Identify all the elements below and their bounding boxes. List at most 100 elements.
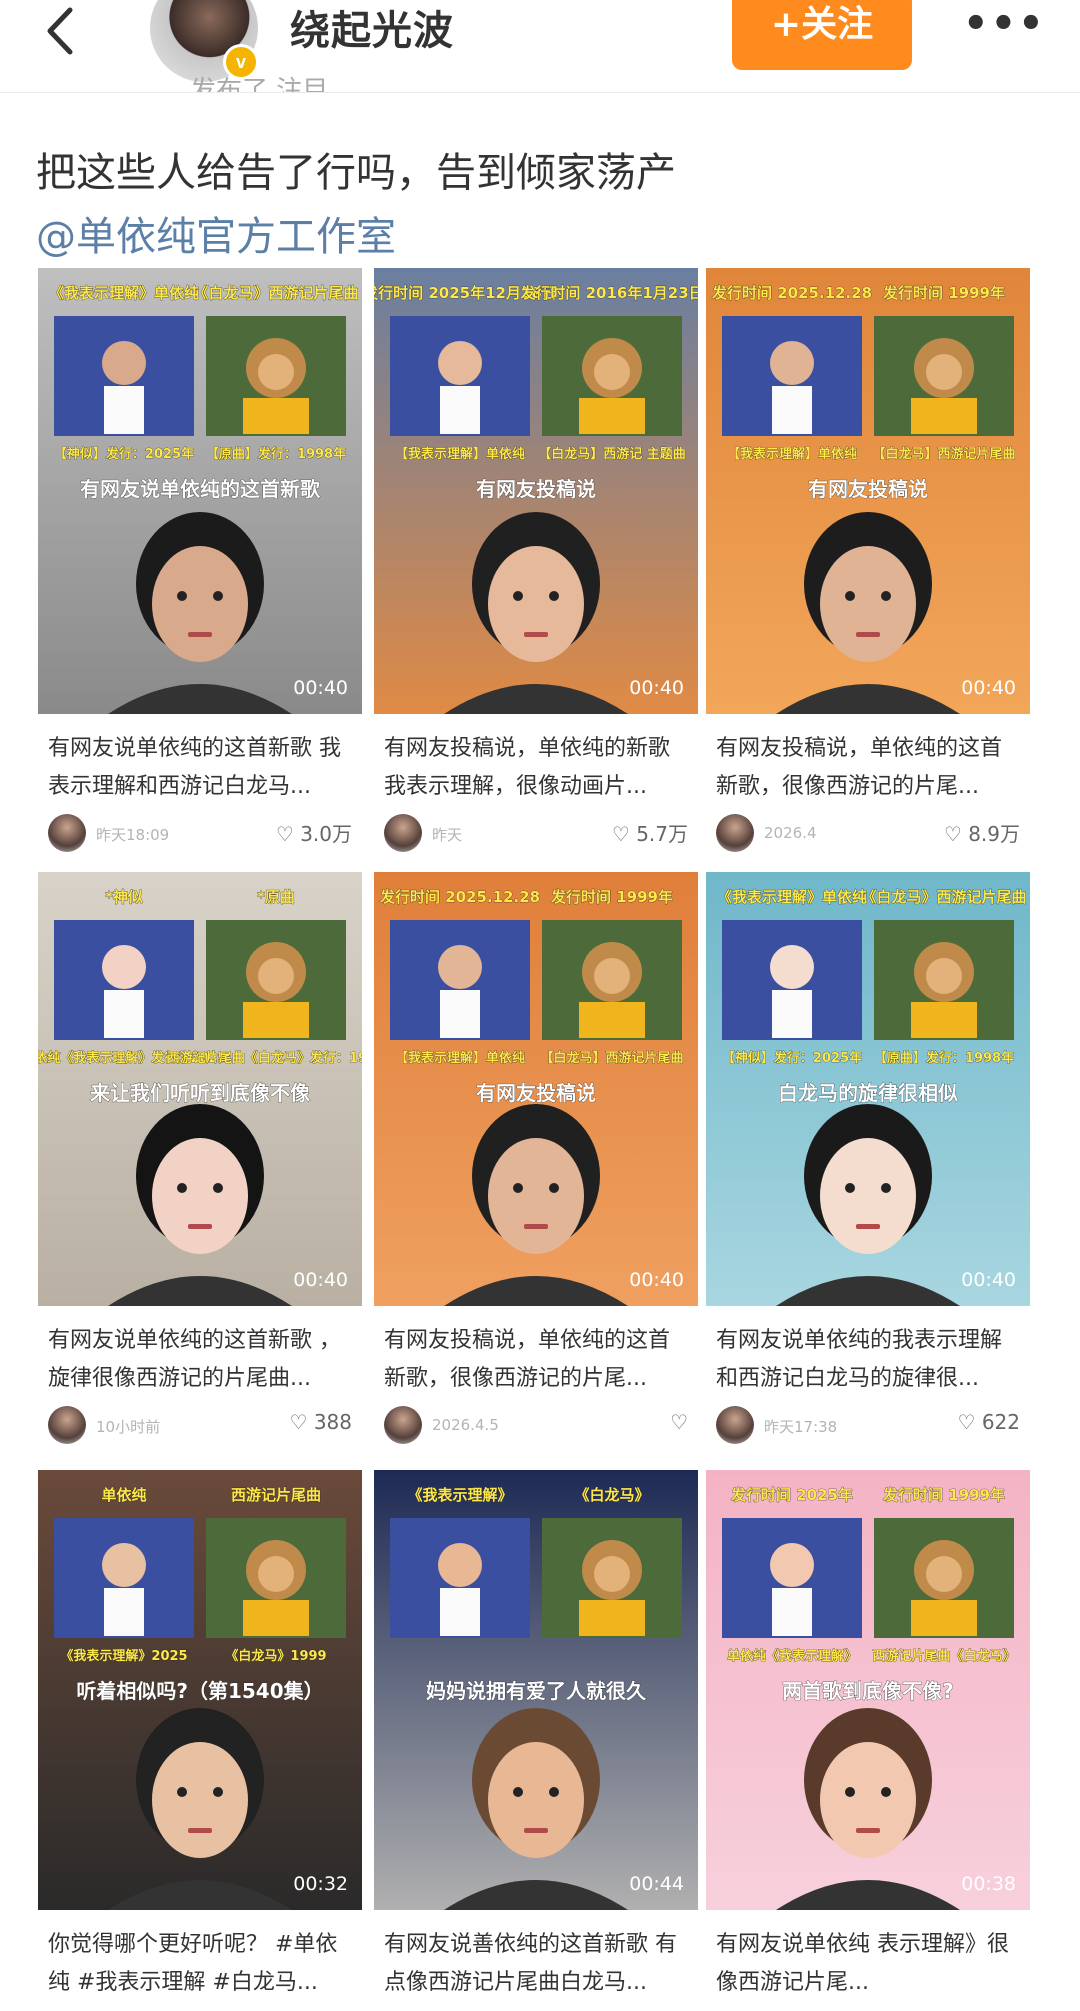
- video-thumbnail[interactable]: 《我表示理解》单依纯 《白龙马》西游记片尾曲【神似】发行：2025年 【原曲】发行：…: [38, 268, 362, 714]
- thumb-caption-right-sub: 【白龙马】西游记 主题曲: [538, 446, 686, 462]
- thumb-caption-right-sub: 【原曲】发行：1998年: [206, 446, 346, 462]
- back-arrow-icon[interactable]: [38, 6, 88, 56]
- video-card[interactable]: 发行时间 2025.12.28 发行时间 1999年 【我表示理解】单依纯 【白龙马】…: [706, 268, 1030, 852]
- video-duration: 00:40: [293, 1269, 348, 1291]
- video-thumbnail[interactable]: *神似*原曲单依纯《我表示理解》发行：2025西游记片尾曲《白龙马》发行：199…: [38, 872, 362, 1306]
- thumb-caption-left: 《我表示理解》单依纯: [49, 284, 199, 302]
- thumb-caption-right: 发行时间 1999年: [882, 1486, 1005, 1504]
- heart-icon[interactable]: ♡: [612, 822, 636, 846]
- post-time: 2026.4: [764, 824, 817, 842]
- like-count[interactable]: ♡ 5.7万: [612, 818, 688, 847]
- like-count[interactable]: ♡ 8.9万: [944, 818, 1020, 847]
- post-time: 昨天18:09: [96, 826, 170, 844]
- post-time: 昨天: [432, 826, 463, 844]
- thumb-caption-left-sub: 《我表示理解》2025: [60, 1648, 187, 1664]
- video-thumbnail[interactable]: 单依纯 西游记片尾曲《我表示理解》2025 《白龙马》1999 听着相似吗?（第154…: [38, 1470, 362, 1910]
- video-card[interactable]: *神似*原曲单依纯《我表示理解》发行：2025西游记片尾曲《白龙马》发行：199…: [38, 872, 362, 1444]
- thumb-headline: 有网友投稿说: [476, 1081, 596, 1105]
- thumb-caption-left: 《我表示理解》单依纯: [717, 888, 867, 906]
- thumb-caption-right: 《白龙马》西游记片尾曲: [861, 888, 1026, 906]
- post-time: 2026.4.5: [432, 1416, 499, 1434]
- thumb-headline: 听着相似吗?（第1540集）: [76, 1679, 323, 1703]
- thumb-caption-right: 《白龙马》西游记片尾曲: [193, 284, 358, 302]
- video-card[interactable]: 发行时间 2025年 发行时间 1999年 单依纯《我表示理解》 西游记片尾曲《白龙马…: [706, 1470, 1030, 2011]
- video-card[interactable]: 《我表示理解》单依纯 《白龙马》西游记片尾曲【神似】发行：2025年 【原曲】发行：…: [38, 268, 362, 852]
- video-card[interactable]: 发行时间 2025.12.28 发行时间 1999年【我表示理解】单依纯 【白龙马】…: [374, 872, 698, 1444]
- video-duration: 00:40: [961, 1269, 1016, 1291]
- video-duration: 00:44: [629, 1873, 684, 1895]
- video-duration: 00:40: [629, 677, 684, 699]
- author-avatar[interactable]: [48, 1406, 86, 1444]
- user-name[interactable]: 绕起光波: [290, 0, 454, 56]
- like-number: 3.0万: [300, 822, 352, 846]
- thumb-caption-left: 发行时间 2025.12.28: [379, 888, 540, 906]
- thumb-headline: 有网友说单依纯的这首新歌: [80, 477, 321, 501]
- thumb-caption-right: *原曲: [257, 888, 295, 906]
- video-title[interactable]: 有网友说单依纯的这首新歌 ，旋律很像西游记的片尾曲...: [48, 1322, 354, 1398]
- thumb-caption-right: 发行时间 2016年1月23日: [519, 284, 698, 302]
- video-card[interactable]: 发行时间 2025年12月28日 发行时间 2016年1月23日 【我表示理解】单依…: [374, 268, 698, 852]
- thumb-caption-left-sub: 【神似】发行：2025年: [722, 1050, 862, 1066]
- header-subtitle: 发布了 注目: [190, 76, 329, 92]
- video-duration: 00:32: [293, 1873, 348, 1895]
- thumb-headline: 有网友投稿说: [476, 477, 596, 501]
- video-thumbnail[interactable]: 发行时间 2025.12.28 发行时间 1999年【我表示理解】单依纯 【白龙马】…: [374, 872, 698, 1306]
- heart-icon[interactable]: ♡: [276, 822, 300, 846]
- heart-icon[interactable]: ♡: [944, 822, 968, 846]
- video-thumbnail[interactable]: 发行时间 2025.12.28 发行时间 1999年 【我表示理解】单依纯 【白龙马】…: [706, 268, 1030, 714]
- video-thumbnail[interactable]: 《我表示理解》单依纯 《白龙马》西游记片尾曲【神似】发行：2025年 【原曲】发行：…: [706, 872, 1030, 1306]
- heart-icon[interactable]: ♡: [290, 1410, 314, 1434]
- like-count[interactable]: ♡ 388: [290, 1410, 352, 1434]
- like-number: 622: [981, 1410, 1020, 1434]
- card-meta: 2026.4 ♡ 8.9万: [716, 814, 1022, 854]
- video-title[interactable]: 有网友投稿说，单依纯的这首新歌，很像西游记的片尾...: [384, 1322, 690, 1398]
- like-count[interactable]: ♡ 622: [958, 1410, 1020, 1434]
- thumb-caption-left-sub: 【我表示理解】单依纯: [395, 1050, 525, 1066]
- top-bar: v 绕起光波 发布了 注目 +关注 •••: [0, 0, 1080, 93]
- more-options-icon[interactable]: •••: [963, 4, 1044, 44]
- thumb-caption-right-sub: 【白龙马】西游记片尾曲: [540, 1050, 683, 1066]
- video-title[interactable]: 你觉得哪个更好听呢？ #单依纯 #我表示理解 #白龙马...: [48, 1926, 354, 2002]
- like-count[interactable]: ♡: [670, 1410, 688, 1434]
- author-avatar[interactable]: [716, 1406, 754, 1444]
- card-meta: 10小时前 ♡ 388: [48, 1406, 354, 1446]
- video-thumbnail[interactable]: 发行时间 2025年12月28日 发行时间 2016年1月23日 【我表示理解】单依…: [374, 268, 698, 714]
- thumb-caption-right: 《白龙马》: [574, 1486, 649, 1504]
- thumb-caption-left: *神似: [105, 888, 143, 906]
- video-title[interactable]: 有网友说善依纯的这首新歌 有点像西游记片尾曲白龙马...: [384, 1926, 690, 2002]
- author-avatar[interactable]: [384, 814, 422, 852]
- mention-link[interactable]: @单依纯官方工作室: [36, 204, 396, 262]
- video-title[interactable]: 有网友说单依纯的我表示理解和西游记白龙马的旋律很...: [716, 1322, 1022, 1398]
- thumb-caption-left-sub: 【我表示理解】单依纯: [395, 446, 525, 462]
- card-meta: 昨天 ♡ 5.7万: [384, 814, 690, 854]
- thumb-caption-right-sub: 西游记片尾曲《白龙马》: [872, 1648, 1015, 1664]
- follow-button[interactable]: +关注: [732, 0, 912, 70]
- video-card[interactable]: 《我表示理解》 《白龙马》 妈妈说拥有爱了人就很久 00:44 有网友说善依纯的这首新歌…: [374, 1470, 698, 2011]
- thumb-caption-left-sub: 【神似】发行：2025年: [54, 446, 194, 462]
- video-title[interactable]: 有网友说单依纯 表示理解》很像西游记片尾...: [716, 1926, 1022, 2002]
- video-title[interactable]: 有网友投稿说，单依纯的新歌我表示理解，很像动画片...: [384, 730, 690, 806]
- heart-icon[interactable]: ♡: [670, 1410, 688, 1434]
- like-number: 5.7万: [636, 822, 688, 846]
- thumb-headline: 来让我们听听到底像不像: [89, 1081, 311, 1105]
- video-card[interactable]: 单依纯 西游记片尾曲《我表示理解》2025 《白龙马》1999 听着相似吗?（第154…: [38, 1470, 362, 2011]
- video-thumbnail[interactable]: 《我表示理解》 《白龙马》 妈妈说拥有爱了人就很久 00:44: [374, 1470, 698, 1910]
- like-count[interactable]: ♡ 3.0万: [276, 818, 352, 847]
- author-avatar[interactable]: [716, 814, 754, 852]
- video-title[interactable]: 有网友说单依纯的这首新歌 我表示理解和西游记白龙马...: [48, 730, 354, 806]
- card-meta: 昨天17:38 ♡ 622: [716, 1406, 1022, 1446]
- thumb-caption-right: 西游记片尾曲: [231, 1486, 321, 1504]
- thumb-caption-right-sub: 【原曲】发行：1998年: [874, 1050, 1014, 1066]
- thumb-caption-left: 单依纯: [101, 1486, 146, 1504]
- video-title[interactable]: 有网友投稿说，单依纯的这首新歌，很像西游记的片尾...: [716, 730, 1022, 806]
- author-avatar[interactable]: [48, 814, 86, 852]
- heart-icon[interactable]: ♡: [958, 1410, 982, 1434]
- thumb-caption-left: 发行时间 2025.12.28: [711, 284, 872, 302]
- thumb-caption-left: 发行时间 2025年: [730, 1486, 853, 1504]
- video-card[interactable]: 《我表示理解》单依纯 《白龙马》西游记片尾曲【神似】发行：2025年 【原曲】发行：…: [706, 872, 1030, 1444]
- thumb-caption-right: 发行时间 1999年: [550, 888, 673, 906]
- author-avatar[interactable]: [384, 1406, 422, 1444]
- video-duration: 00:40: [629, 1269, 684, 1291]
- video-thumbnail[interactable]: 发行时间 2025年 发行时间 1999年 单依纯《我表示理解》 西游记片尾曲《白龙马…: [706, 1470, 1030, 1910]
- thumb-caption-right-sub: 《白龙马》1999: [225, 1648, 326, 1664]
